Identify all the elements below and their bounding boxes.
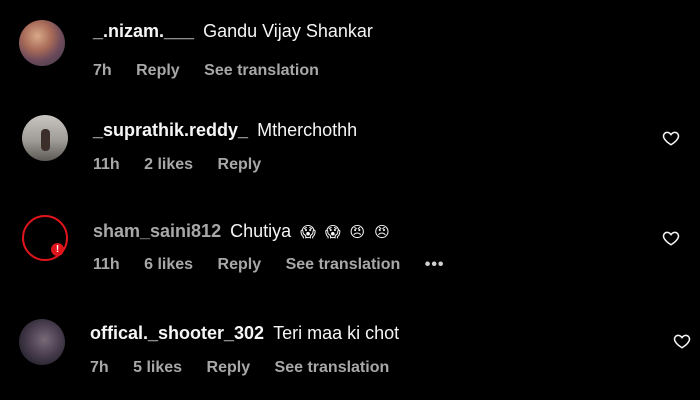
see-translation-link[interactable]: See translation — [286, 256, 401, 273]
emoji: 😠 — [349, 223, 366, 241]
likes-count[interactable]: 6 likes — [144, 256, 193, 273]
emoji: 😠 — [374, 223, 390, 241]
reply-button[interactable]: Reply — [218, 256, 262, 273]
comment-time: 11h — [93, 156, 120, 173]
comment-username[interactable]: offical._shooter_302 — [90, 323, 264, 343]
comment-text: Mtherchothh — [257, 120, 358, 140]
comment-time: 7h — [90, 359, 109, 376]
comment-time: 11h — [93, 256, 120, 273]
reply-button[interactable]: Reply — [207, 359, 251, 376]
reply-button[interactable]: Reply — [218, 156, 262, 173]
heart-outline-icon[interactable] — [662, 129, 680, 147]
more-options-icon[interactable]: ••• — [425, 256, 445, 273]
avatar[interactable] — [22, 115, 68, 161]
emoji: 😱 — [324, 223, 341, 241]
comment-time: 7h — [93, 62, 112, 79]
comment-username[interactable]: sham_saini812 — [93, 221, 221, 241]
avatar[interactable] — [19, 319, 65, 365]
comment-username[interactable]: _suprathik.reddy_ — [93, 120, 248, 140]
comment-text: Chutiya — [230, 221, 292, 241]
likes-count[interactable]: 5 likes — [133, 359, 182, 376]
comment-text: Gandu Vijay Shankar — [203, 21, 373, 41]
alert-badge-icon: ! — [51, 243, 64, 256]
likes-count[interactable]: 2 likes — [144, 156, 193, 173]
heart-outline-icon[interactable] — [673, 332, 691, 350]
comment-text: Teri maa ki chot — [273, 323, 400, 343]
heart-outline-icon[interactable] — [662, 229, 680, 247]
emoji: 😱 — [300, 223, 316, 241]
reply-button[interactable]: Reply — [136, 62, 180, 79]
see-translation-link[interactable]: See translation — [204, 62, 319, 79]
see-translation-link[interactable]: See translation — [275, 359, 390, 376]
comment-username[interactable]: _.nizam.___ — [93, 21, 194, 41]
avatar[interactable] — [19, 20, 65, 66]
